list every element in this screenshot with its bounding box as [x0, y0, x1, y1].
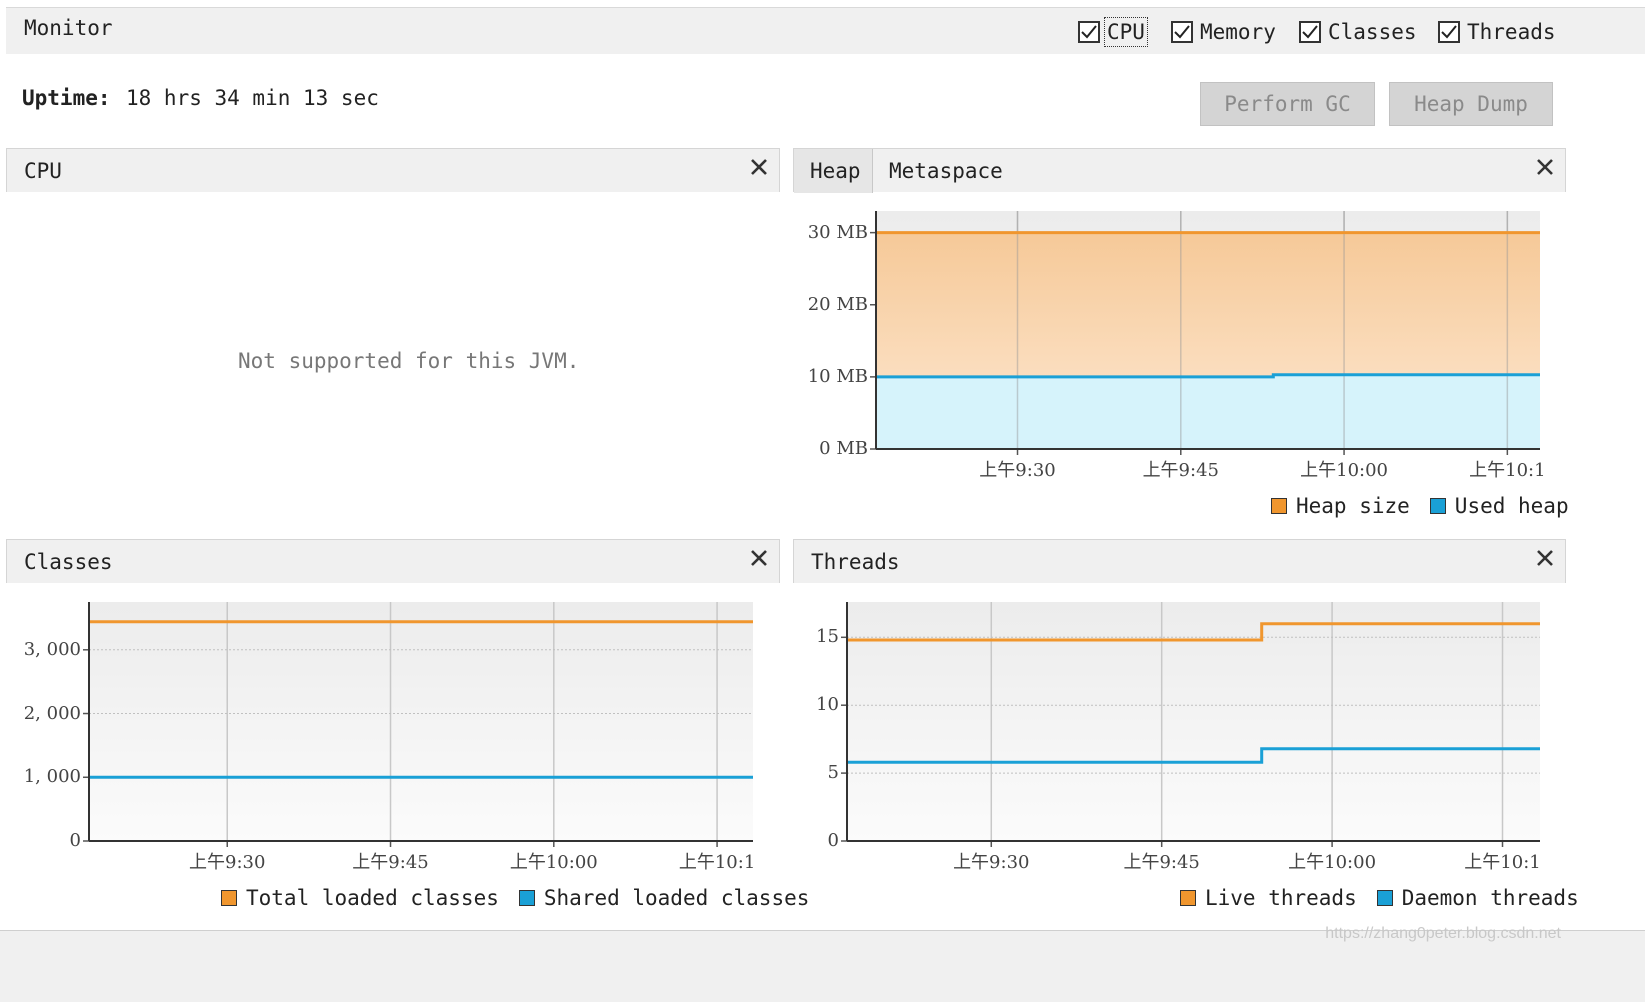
memory-panel-header: Heap Metaspace	[793, 148, 1566, 193]
checkbox-threads[interactable]: Threads	[1438, 19, 1556, 45]
legend-item: Shared loaded classes	[518, 886, 810, 910]
checkbox-label-threads: Threads	[1467, 20, 1556, 44]
close-icon[interactable]	[1535, 157, 1555, 177]
checkbox-label-cpu: CPU	[1104, 17, 1148, 47]
threads-panel-title: Threads	[811, 550, 900, 574]
checkbox-checked-icon	[1078, 21, 1100, 43]
threads-panel-header: Threads	[793, 539, 1566, 583]
legend-swatch	[518, 890, 535, 906]
checkbox-checked-icon	[1171, 21, 1193, 43]
heap-legend: Heap size Used heap	[1271, 494, 1569, 518]
threads-plot	[841, 602, 1540, 847]
threads-xtick-label: 上午9:45	[1123, 852, 1200, 873]
checkbox-cpu[interactable]: CPU	[1078, 17, 1148, 47]
classes-ytick-label: 0	[69, 830, 81, 851]
classes-panel-title: Classes	[24, 550, 113, 574]
legend-swatch	[1429, 498, 1446, 514]
legend-item: Live threads	[1180, 886, 1357, 910]
classes-ytick-label: 2, 000	[23, 702, 81, 724]
checkbox-classes[interactable]: Classes	[1299, 19, 1417, 45]
legend-item: Daemon threads	[1376, 886, 1579, 910]
legend-label: Shared loaded classes	[543, 886, 810, 910]
close-icon[interactable]	[749, 157, 769, 177]
classes-ytick-label: 1, 000	[23, 766, 81, 788]
close-icon[interactable]	[1535, 548, 1555, 568]
classes-xtick-label: 上午10:1	[678, 852, 756, 873]
legend-swatch	[221, 890, 237, 906]
heap-ytick-label: 20 MB	[807, 293, 868, 315]
cpu-panel-header: CPU	[6, 148, 780, 192]
tab-metaspace[interactable]: Metaspace	[873, 149, 1003, 193]
threads-legend: Live threads Daemon threads	[1180, 886, 1579, 910]
legend-item: Heap size	[1271, 494, 1410, 518]
heap-xtick-label: 上午10:1	[1469, 460, 1546, 481]
checkbox-checked-icon	[1299, 21, 1321, 43]
legend-swatch	[1180, 890, 1196, 906]
heap-ytick-label: 30 MB	[807, 221, 868, 243]
cpu-not-supported-message: Not supported for this JVM.	[238, 349, 580, 373]
threads-xtick-label: 上午10:1	[1464, 852, 1541, 873]
threads-ytick-label: 15	[816, 626, 839, 648]
checkbox-checked-icon	[1438, 21, 1460, 43]
heap-dump-button[interactable]: Heap Dump	[1389, 82, 1553, 126]
watermark: https://zhang0peter.blog.csdn.net	[1325, 925, 1561, 942]
legend-label: Used heap	[1454, 494, 1569, 518]
checkbox-memory[interactable]: Memory	[1171, 19, 1276, 45]
classes-xtick-label: 上午9:45	[352, 852, 429, 873]
legend-label: Total loaded classes	[246, 886, 499, 910]
heap-xtick-label: 上午9:30	[979, 460, 1056, 481]
heap-ytick-label: 10 MB	[807, 365, 868, 387]
close-icon[interactable]	[749, 548, 769, 568]
classes-legend: Total loaded classes Shared loaded classe…	[221, 886, 809, 910]
legend-item: Total loaded classes	[221, 886, 499, 910]
classes-xtick-label: 上午10:00	[509, 852, 598, 873]
perform-gc-button[interactable]: Perform GC	[1200, 82, 1375, 126]
legend-swatch	[1376, 890, 1393, 906]
tab-heap[interactable]: Heap	[794, 149, 873, 193]
threads-xtick-label: 上午9:30	[953, 852, 1030, 873]
heap-area-used-heap	[876, 374, 1540, 449]
legend-swatch	[1271, 498, 1287, 514]
classes-xtick-label: 上午9:30	[189, 852, 266, 873]
legend-label: Daemon threads	[1401, 886, 1579, 910]
cpu-panel-title: CPU	[24, 159, 62, 183]
heap-xtick-label: 上午10:00	[1300, 460, 1388, 481]
uptime-label: Uptime:	[22, 86, 111, 110]
heap-xtick-label: 上午9:45	[1142, 460, 1219, 481]
monitor-title: Monitor	[24, 16, 113, 40]
threads-ytick-label: 5	[827, 762, 839, 784]
legend-label: Live threads	[1205, 886, 1357, 910]
heap-plot	[870, 211, 1540, 455]
classes-ytick-label: 3, 000	[23, 638, 81, 660]
uptime-value: 18 hrs 34 min 13 sec	[126, 86, 379, 110]
classes-panel-header: Classes	[6, 539, 780, 583]
legend-label: Heap size	[1296, 494, 1410, 518]
checkbox-label-memory: Memory	[1200, 20, 1276, 44]
threads-ytick-label: 0	[827, 830, 839, 851]
threads-ytick-label: 10	[816, 694, 839, 716]
classes-plot-background	[89, 602, 753, 841]
threads-plot-background	[847, 602, 1540, 841]
legend-item: Used heap	[1429, 494, 1569, 518]
checkbox-label-classes: Classes	[1328, 20, 1417, 44]
threads-xtick-label: 上午10:00	[1288, 852, 1377, 873]
heap-ytick-label: 0 MB	[819, 438, 868, 459]
classes-plot	[83, 602, 753, 847]
